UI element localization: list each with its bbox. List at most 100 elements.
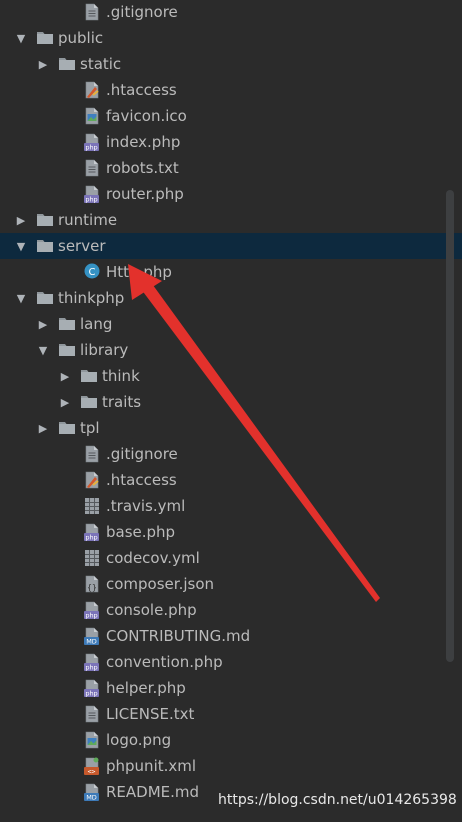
arrow-spacer [62, 259, 76, 285]
arrow-spacer [62, 571, 76, 597]
tree-item-traits[interactable]: ▶ traits [0, 389, 462, 415]
arrow-spacer [62, 441, 76, 467]
vertical-scrollbar[interactable] [446, 190, 454, 662]
collapse-arrow-icon[interactable]: ▶ [14, 207, 28, 233]
tree-item-gitignore[interactable]: .gitignore [0, 441, 462, 467]
expand-arrow-icon[interactable]: ▼ [14, 25, 28, 51]
tree-item-public[interactable]: ▼ public [0, 25, 462, 51]
tree-item-base-php[interactable]: php base.php [0, 519, 462, 545]
tree-item-index-php[interactable]: php index.php [0, 129, 462, 155]
tree-item-convention-php[interactable]: php convention.php [0, 649, 462, 675]
php-file-icon: php [84, 653, 100, 671]
tree-item-label: .gitignore [106, 445, 178, 463]
text-file-icon [84, 705, 100, 723]
tree-item-console-php[interactable]: php console.php [0, 597, 462, 623]
tree-item-label: base.php [106, 523, 176, 541]
folder-icon [58, 419, 75, 437]
tree-item-label: runtime [58, 211, 118, 229]
svg-text:php: php [85, 196, 97, 204]
tree-item-phpunit-xml[interactable]: <> phpunit.xml [0, 753, 462, 779]
tree-item-lang[interactable]: ▶ lang [0, 311, 462, 337]
tree-item-label: .htaccess [106, 81, 177, 99]
tree-item-label: helper.php [106, 679, 186, 697]
tree-item-router-php[interactable]: php router.php [0, 181, 462, 207]
image-file-icon [84, 731, 100, 749]
expand-arrow-icon[interactable]: ▼ [14, 233, 28, 259]
svg-text:php: php [85, 690, 97, 698]
tree-item-favicon-ico[interactable]: favicon.ico [0, 103, 462, 129]
tree-item-label: think [102, 367, 140, 385]
svg-text:MD: MD [86, 794, 97, 802]
tree-item-travis-yml[interactable]: .travis.yml [0, 493, 462, 519]
folder-icon [36, 237, 53, 255]
folder-icon [58, 315, 75, 333]
collapse-arrow-icon[interactable]: ▶ [58, 389, 72, 415]
tree-item-runtime[interactable]: ▶ runtime [0, 207, 462, 233]
php-file-icon: php [84, 601, 100, 619]
tree-item-label: public [58, 29, 104, 47]
arrow-spacer [62, 545, 76, 571]
svg-text:C: C [89, 267, 96, 278]
tree-item-label: convention.php [106, 653, 223, 671]
json-file-icon: {} [84, 575, 100, 593]
svg-text:php: php [85, 534, 97, 542]
tree-item-label: codecov.yml [106, 549, 200, 567]
arrow-spacer [62, 467, 76, 493]
tree-item-helper-php[interactable]: php helper.php [0, 675, 462, 701]
markdown-file-icon: MD [84, 783, 100, 801]
arrow-spacer [62, 597, 76, 623]
svg-text:<>: <> [88, 768, 96, 776]
folder-icon [58, 341, 75, 359]
tree-item-label: favicon.ico [106, 107, 187, 125]
folder-icon [36, 211, 53, 229]
tree-item-library[interactable]: ▼ library [0, 337, 462, 363]
expand-arrow-icon[interactable]: ▼ [36, 337, 50, 363]
tree-item-server[interactable]: ▼ server [0, 233, 462, 259]
tree-item-label: tpl [80, 419, 100, 437]
tree-item-composer-json[interactable]: {} composer.json [0, 571, 462, 597]
text-file-icon [84, 159, 100, 177]
tree-item-htaccess[interactable]: .htaccess [0, 77, 462, 103]
tree-item-gitignore[interactable]: .gitignore [0, 0, 462, 25]
svg-text:php: php [85, 664, 97, 672]
arrow-spacer [62, 779, 76, 805]
tree-item-label: phpunit.xml [106, 757, 197, 775]
arrow-spacer [62, 623, 76, 649]
arrow-spacer [62, 701, 76, 727]
tree-item-label: composer.json [106, 575, 215, 593]
tree-item-label: .gitignore [106, 3, 178, 21]
tree-item-label: console.php [106, 601, 197, 619]
text-file-icon [84, 445, 100, 463]
collapse-arrow-icon[interactable]: ▶ [36, 311, 50, 337]
arrow-spacer [62, 649, 76, 675]
expand-arrow-icon[interactable]: ▼ [14, 285, 28, 311]
arrow-spacer [62, 129, 76, 155]
tree-item-contributing-md[interactable]: MD CONTRIBUTING.md [0, 623, 462, 649]
arrow-spacer [62, 753, 76, 779]
folder-icon [80, 367, 97, 385]
arrow-spacer [62, 675, 76, 701]
collapse-arrow-icon[interactable]: ▶ [58, 363, 72, 389]
tree-item-codecov-yml[interactable]: codecov.yml [0, 545, 462, 571]
tree-item-label: .htaccess [106, 471, 177, 489]
tree-item-tpl[interactable]: ▶ tpl [0, 415, 462, 441]
tree-item-thinkphp[interactable]: ▼ thinkphp [0, 285, 462, 311]
tree-item-logo-png[interactable]: logo.png [0, 727, 462, 753]
tree-item-static[interactable]: ▶ static [0, 51, 462, 77]
tree-item-robots-txt[interactable]: robots.txt [0, 155, 462, 181]
xml-file-icon: <> [84, 757, 100, 775]
collapse-arrow-icon[interactable]: ▶ [36, 415, 50, 441]
tree-item-label: logo.png [106, 731, 172, 749]
tree-item-label: README.md [106, 783, 200, 801]
collapse-arrow-icon[interactable]: ▶ [36, 51, 50, 77]
tree-item-htaccess[interactable]: .htaccess [0, 467, 462, 493]
htaccess-file-icon [84, 81, 100, 99]
tree-item-label: thinkphp [58, 289, 125, 307]
php-file-icon: php [84, 133, 100, 151]
tree-item-http-php[interactable]: C Http.php [0, 259, 462, 285]
svg-text:MD: MD [86, 638, 97, 646]
tree-item-think[interactable]: ▶ think [0, 363, 462, 389]
arrow-spacer [62, 519, 76, 545]
folder-icon [58, 55, 75, 73]
tree-item-license-txt[interactable]: LICENSE.txt [0, 701, 462, 727]
